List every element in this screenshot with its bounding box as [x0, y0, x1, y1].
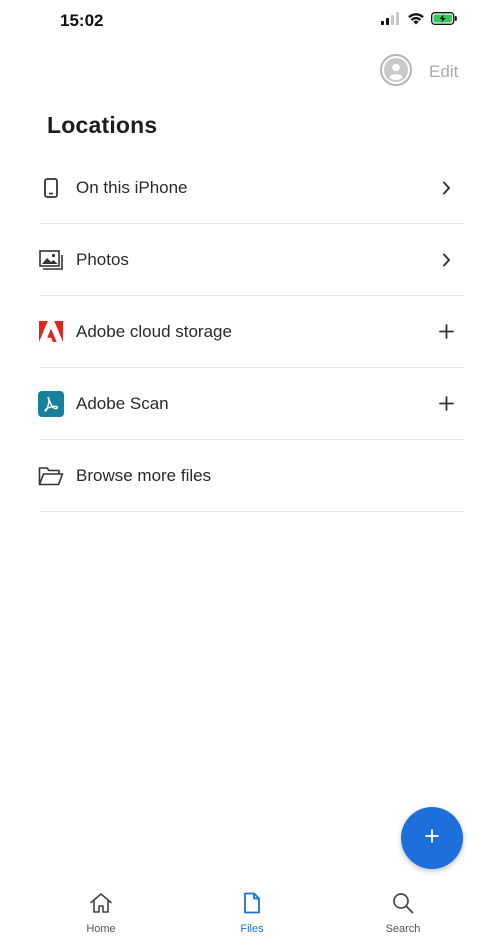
home-icon	[89, 892, 113, 919]
location-label: Adobe Scan	[76, 393, 169, 413]
battery-charging-icon	[431, 12, 458, 30]
locations-list: On this iPhone Photos Adobe cloud storag…	[38, 152, 464, 512]
photos-icon	[38, 247, 64, 273]
location-label: Browse more files	[76, 465, 212, 485]
tab-label: Home	[86, 923, 116, 935]
edit-button[interactable]: Edit	[429, 62, 458, 82]
location-label: Adobe cloud storage	[76, 321, 232, 341]
location-label: Photos	[76, 249, 129, 269]
folder-icon	[38, 463, 64, 489]
tab-home[interactable]: Home	[61, 892, 141, 935]
plus-icon	[425, 828, 439, 848]
plus-icon[interactable]	[438, 324, 454, 340]
plus-icon[interactable]	[438, 396, 454, 412]
location-browse-more-files[interactable]: Browse more files	[38, 440, 464, 512]
status-bar: 15:02	[0, 0, 500, 44]
signal-icon	[381, 12, 401, 30]
tab-files[interactable]: Files	[212, 892, 292, 935]
file-icon	[242, 892, 262, 919]
location-adobe-scan[interactable]: Adobe Scan	[38, 368, 464, 440]
chevron-right-icon	[438, 180, 454, 196]
add-fab-button[interactable]	[401, 807, 463, 869]
section-title: Locations	[47, 112, 158, 138]
location-on-this-iphone[interactable]: On this iPhone	[40, 152, 464, 224]
search-icon	[392, 892, 414, 919]
adobe-logo-icon	[38, 319, 64, 345]
tab-search[interactable]: Search	[363, 892, 443, 935]
phone-icon	[38, 175, 64, 201]
tab-label: Files	[240, 923, 264, 935]
location-label: On this iPhone	[76, 177, 188, 197]
adobe-scan-icon	[38, 390, 64, 417]
tab-label: Search	[385, 923, 421, 935]
status-icons	[381, 12, 458, 30]
status-time: 15:02	[60, 11, 104, 30]
tab-bar: Home Files Search	[0, 884, 500, 952]
location-adobe-cloud-storage[interactable]: Adobe cloud storage	[38, 296, 464, 368]
top-bar: Edit	[0, 54, 500, 90]
chevron-right-icon	[438, 252, 454, 268]
location-photos[interactable]: Photos	[38, 224, 464, 296]
user-avatar-icon[interactable]	[380, 54, 412, 86]
wifi-icon	[407, 12, 425, 30]
